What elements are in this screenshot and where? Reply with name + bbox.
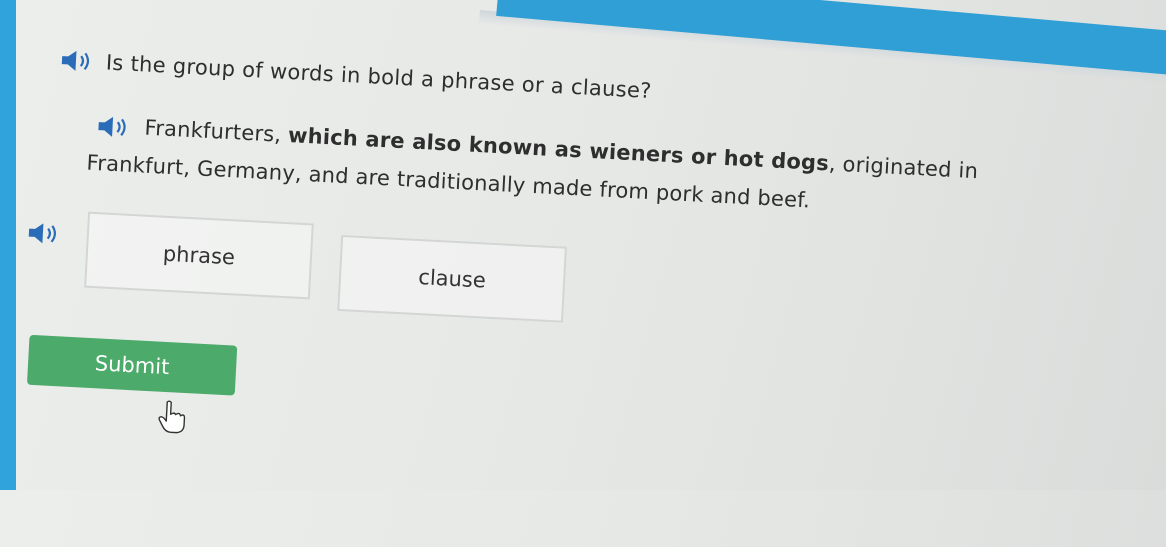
question-panel: Is the group of words in bold a phrase o… [0,0,1166,547]
choice-clause[interactable]: clause [337,234,567,323]
choice-clause-label: clause [417,265,487,293]
speaker-icon[interactable] [96,114,131,140]
sentence-part-1: Frankfurters, [143,115,289,148]
submit-label: Submit [94,351,170,380]
question-text: Is the group of words in bold a phrase o… [105,50,653,103]
submit-button[interactable]: Submit [26,334,238,396]
choice-phrase-label: phrase [162,241,236,270]
sentence-part-2: , originated in [828,151,979,184]
speaker-icon[interactable] [59,48,94,74]
speaker-icon[interactable] [26,221,61,247]
choice-phrase[interactable]: phrase [84,211,314,300]
hand-cursor-icon [158,400,186,434]
